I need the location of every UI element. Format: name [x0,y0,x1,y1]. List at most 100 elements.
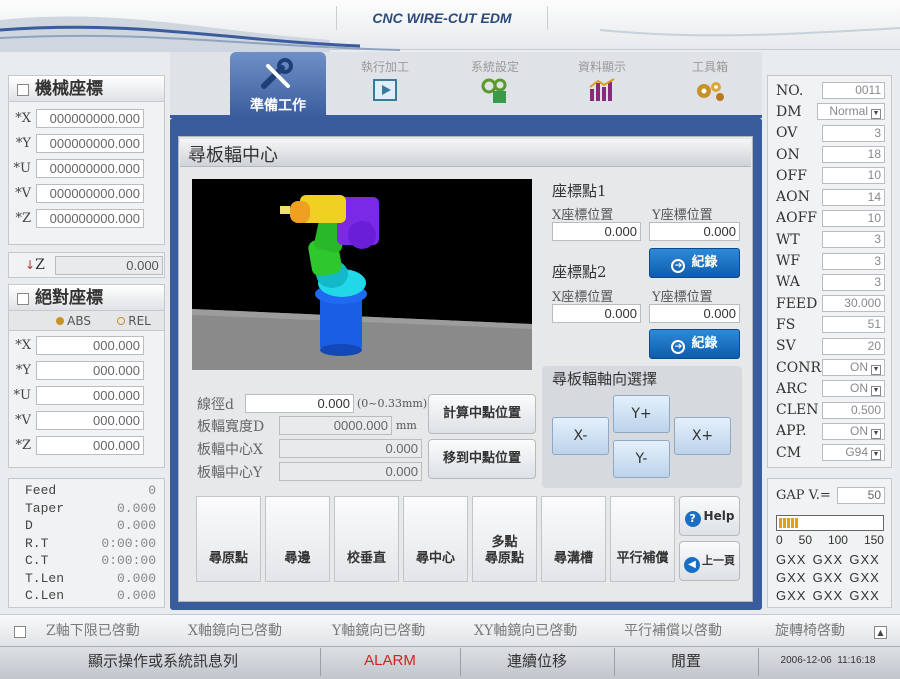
abs-radio[interactable]: ABS [56,314,91,328]
main-panel-title: 尋板輻中心 [188,145,278,166]
param-row: FEED 30.000 [776,293,885,314]
y-plus-button[interactable]: Y+ [613,395,670,433]
param-row: FS 51 [776,314,885,335]
gears-icon [697,82,724,101]
param-ov-field: 3 [822,124,885,142]
absolute-axis-row: *V 000.000 [9,408,164,433]
point2-x-label: X座標位置 [552,290,614,305]
param-arc-select[interactable]: ON ▼ [822,380,885,398]
rel-radio[interactable]: REL [117,314,151,328]
machine-coordinates-title: 機械座標 [9,76,164,102]
parallel-compensation-button[interactable]: 平行補償 [610,496,675,582]
help-button[interactable]: ? Help [679,496,740,536]
param-row[interactable]: ARC ON ▼ [776,378,885,399]
find-origin-button[interactable]: 尋原點 [196,496,261,582]
param-on-field: 18 [822,146,885,164]
multi-point-origin-button[interactable]: 多點 尋原點 [472,496,537,582]
find-center-button[interactable]: 尋中心 [403,496,468,582]
tab-execute[interactable]: 執行加工 [335,56,435,118]
machine-coordinates-checkbox[interactable] [17,83,29,96]
point1-record-button[interactable]: ➔ 紀錄 [649,248,740,278]
machine-u-field: 000000000.000 [36,159,144,178]
param-dm-select[interactable]: Normal ▼ [816,103,885,121]
y-minus-button[interactable]: Y- [613,440,670,478]
find-groove-button[interactable]: 尋溝槽 [541,496,606,582]
bar-divider [614,648,615,676]
param-feed-field: 30.000 [822,295,885,313]
param-app-select[interactable]: ON ▼ [822,422,885,440]
point2-y-label: Y座標位置 [652,290,713,305]
move-to-midpoint-button[interactable]: 移到中點位置 [428,439,536,479]
alarm-indicator[interactable]: ALARM [322,647,458,675]
tab-prepare[interactable]: 準備工作 [230,52,326,118]
machine-axis-row: *Z 000000000.000 [9,206,164,231]
param-row: OV 3 [776,123,885,144]
absolute-coordinates-checkbox[interactable] [17,292,29,305]
absolute-x-field: 000.000 [36,336,144,355]
param-row: AON 14 [776,186,885,207]
status-xy-mirror: XY軸鏡向已啓動 [474,623,578,639]
wire-diameter-label: 線徑d [197,397,234,413]
plate-width-field: 0000.000 [279,416,392,435]
param-row: WA 3 [776,272,885,293]
absolute-axis-row: *Y 000.000 [9,358,164,383]
abs-rel-toggle: ABS REL [9,311,164,331]
param-row[interactable]: DM Normal ▼ [776,101,885,122]
machine-v-field: 000000000.000 [36,184,144,203]
param-conr-select[interactable]: ON ▼ [822,359,885,376]
x-minus-button[interactable]: X- [552,417,609,455]
param-row: ON 18 [776,144,885,165]
bar-divider [758,648,759,676]
x-plus-button[interactable]: X+ [674,417,731,455]
point2-x-field: 0.000 [552,304,641,323]
expand-up-icon[interactable]: ▲ [874,626,887,639]
param-row[interactable]: APP. ON ▼ [776,421,885,442]
align-vertical-button[interactable]: 校垂直 [334,496,399,582]
back-button[interactable]: ◀ 上一頁 [679,541,740,581]
param-row: WT 3 [776,229,885,250]
param-row[interactable]: CONR ON ▼ [776,357,885,378]
tab-data-display-label: 資料顯示 [577,60,626,74]
gap-scale: 0 50 100 150 [776,533,884,547]
absolute-axis-row: *X 000.000 [9,333,164,358]
calc-midpoint-button[interactable]: 計算中點位置 [428,394,536,434]
point1-y-label: Y座標位置 [652,208,713,223]
robot-3d-viewport [192,179,532,370]
app-title: CNC WIRE-CUT EDM [336,6,548,30]
machine-x-field: 000000000.000 [36,109,144,128]
status-checkbox[interactable] [14,626,26,638]
absolute-coordinates-title: 絕對座標 [9,285,164,311]
continuous-move-button[interactable]: 連續位移 [462,647,612,675]
tab-toolbox[interactable]: 工具箱 [660,56,760,118]
bar-divider [320,648,321,676]
chevron-down-icon: ▼ [871,109,881,120]
param-wt-field: 3 [822,231,885,249]
param-row: WF 3 [776,250,885,271]
absolute-axis-row: *U 000.000 [9,383,164,408]
system-settings-icon [481,78,507,103]
info-row: T.Len 0.000 [25,570,156,586]
point1-y-field: 0.000 [649,222,740,241]
find-edge-button[interactable]: 尋邊 [265,496,330,582]
point2-record-button[interactable]: ➔ 紀錄 [649,329,740,359]
axis-select-title: 尋板輻軸向選擇 [552,370,658,388]
param-fs-field: 51 [822,316,885,334]
param-row: NO. 0011 [776,80,885,101]
plate-center-x-label: 板輻中心X [197,442,263,458]
process-info-panel: Feed 0 Taper 0.000 D 0.000 R.T 0:00:00 C.T 0:… [8,478,165,608]
info-row: Feed 0 [25,483,156,498]
wire-diameter-field[interactable]: 0.000 [245,394,354,413]
z-limit-label: Z [35,257,45,273]
tab-prepare-label: 準備工作 [250,98,306,114]
machine-axis-row: *Y 000000000.000 [9,131,164,156]
tab-data-display[interactable]: 資料顯示 [552,56,652,118]
param-row[interactable]: CM G94 ▼ [776,442,885,463]
param-cm-select[interactable]: G94 ▼ [822,444,885,462]
param-aon-field: 14 [822,188,885,206]
machine-coordinates-panel: 機械座標 *X 000000000.000 *Y 000000000.000 *U 0… [8,75,165,245]
absolute-y-field: 000.000 [36,361,144,380]
point2-y-field: 0.000 [649,304,740,323]
tab-system-settings[interactable]: 系統設定 [445,56,545,118]
wire-diameter-unit: (0~0.33mm) [357,397,428,410]
param-no-field: 0011 [822,82,885,100]
